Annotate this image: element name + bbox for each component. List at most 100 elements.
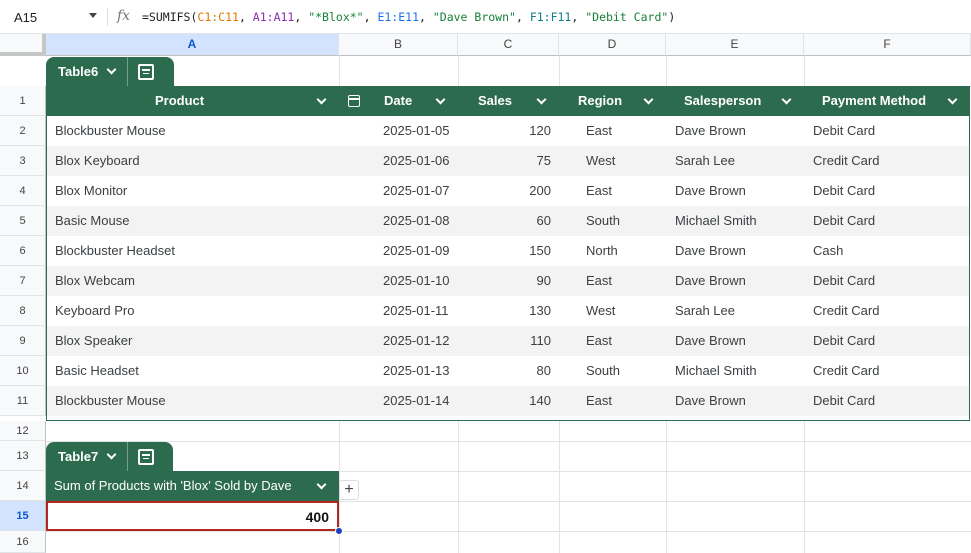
- table-cell[interactable]: 150: [459, 236, 551, 266]
- table-cell[interactable]: Dave Brown: [675, 236, 746, 266]
- table-cell[interactable]: East: [586, 266, 612, 296]
- row-header-5[interactable]: 5: [0, 206, 46, 236]
- chevron-down-icon[interactable]: [316, 94, 327, 105]
- table-cell[interactable]: South: [586, 356, 620, 386]
- table-cell[interactable]: Blox Keyboard: [55, 146, 140, 176]
- column-title-salesperson[interactable]: Salesperson: [684, 86, 761, 116]
- add-column-button[interactable]: +: [339, 480, 359, 500]
- table-cell[interactable]: West: [586, 296, 615, 326]
- table-cell[interactable]: West: [586, 146, 615, 176]
- chevron-down-icon[interactable]: [435, 94, 446, 105]
- selected-cell-a15[interactable]: 400: [46, 501, 339, 531]
- table-cell[interactable]: Blockbuster Mouse: [55, 116, 166, 146]
- table-cell[interactable]: Blockbuster Mouse: [55, 386, 166, 416]
- row-header-10[interactable]: 10: [0, 356, 46, 386]
- table6-chip[interactable]: Table6: [46, 57, 174, 86]
- column-title-sales[interactable]: Sales: [478, 86, 512, 116]
- column-header-c[interactable]: C: [458, 34, 559, 56]
- table-cell[interactable]: Blox Monitor: [55, 176, 127, 206]
- table-cell[interactable]: 110: [459, 326, 551, 356]
- table-cell[interactable]: 140: [459, 386, 551, 416]
- table-cell[interactable]: Debit Card: [813, 116, 875, 146]
- table-view-icon[interactable]: [138, 448, 155, 465]
- table-cell[interactable]: Dave Brown: [675, 386, 746, 416]
- row-header-12[interactable]: 12: [0, 421, 46, 441]
- table-cell[interactable]: 2025-01-05: [383, 116, 450, 146]
- table-cell[interactable]: 2025-01-06: [383, 146, 450, 176]
- table-cell[interactable]: Debit Card: [813, 206, 875, 236]
- column-header-e[interactable]: E: [666, 34, 804, 56]
- table-cell[interactable]: Blockbuster Headset: [55, 236, 175, 266]
- column-header-f[interactable]: F: [804, 34, 971, 56]
- table-cell[interactable]: 75: [459, 146, 551, 176]
- row-header-4[interactable]: 4: [0, 176, 46, 206]
- column-title-sum[interactable]: Sum of Products with 'Blox' Sold by Dave: [54, 471, 292, 501]
- row-header-1[interactable]: 1: [0, 86, 46, 116]
- table-cell[interactable]: Dave Brown: [675, 326, 746, 356]
- row-header-8[interactable]: 8: [0, 296, 46, 326]
- name-box[interactable]: A15: [6, 6, 101, 28]
- table-cell[interactable]: 2025-01-08: [383, 206, 450, 236]
- row-header-15[interactable]: 15: [0, 501, 46, 531]
- table-cell[interactable]: Michael Smith: [675, 356, 757, 386]
- table-cell[interactable]: Debit Card: [813, 266, 875, 296]
- table-cell[interactable]: Dave Brown: [675, 266, 746, 296]
- table-cell[interactable]: Sarah Lee: [675, 296, 735, 326]
- row-header-3[interactable]: 3: [0, 146, 46, 176]
- table-cell[interactable]: 90: [459, 266, 551, 296]
- row-header-6[interactable]: 6: [0, 236, 46, 266]
- chevron-down-icon[interactable]: [316, 479, 327, 490]
- table-cell[interactable]: 2025-01-09: [383, 236, 450, 266]
- chevron-down-icon[interactable]: [106, 64, 117, 75]
- table-cell[interactable]: Basic Headset: [55, 356, 139, 386]
- table-cell[interactable]: 2025-01-11: [383, 296, 449, 326]
- table-cell[interactable]: East: [586, 176, 612, 206]
- table-cell[interactable]: 2025-01-13: [383, 356, 450, 386]
- table-cell[interactable]: 2025-01-12: [383, 326, 450, 356]
- table-cell[interactable]: Dave Brown: [675, 116, 746, 146]
- chevron-down-icon[interactable]: [106, 449, 117, 460]
- chevron-down-icon[interactable]: [947, 94, 958, 105]
- row-header-13[interactable]: 13: [0, 441, 46, 471]
- chevron-down-icon[interactable]: [536, 94, 547, 105]
- table7-chip[interactable]: Table7: [46, 442, 173, 471]
- table-cell[interactable]: South: [586, 206, 620, 236]
- table-cell[interactable]: 80: [459, 356, 551, 386]
- table-cell[interactable]: 60: [459, 206, 551, 236]
- column-header-b[interactable]: B: [339, 34, 458, 56]
- table-cell[interactable]: 130: [459, 296, 551, 326]
- table-cell[interactable]: Credit Card: [813, 296, 879, 326]
- chevron-down-icon[interactable]: [643, 94, 654, 105]
- table-cell[interactable]: Dave Brown: [675, 176, 746, 206]
- table-cell[interactable]: 200: [459, 176, 551, 206]
- table-cell[interactable]: 2025-01-10: [383, 266, 450, 296]
- table-cell[interactable]: Blox Webcam: [55, 266, 135, 296]
- row-header-14[interactable]: 14: [0, 471, 46, 501]
- table-cell[interactable]: Michael Smith: [675, 206, 757, 236]
- column-title-payment-method[interactable]: Payment Method: [822, 86, 926, 116]
- table-cell[interactable]: 2025-01-07: [383, 176, 450, 206]
- column-header-a[interactable]: A: [46, 34, 339, 56]
- column-title-region[interactable]: Region: [578, 86, 622, 116]
- row-header-16[interactable]: 16: [0, 531, 46, 553]
- table-cell[interactable]: East: [586, 386, 612, 416]
- table-cell[interactable]: North: [586, 236, 618, 266]
- row-header-11[interactable]: 11: [0, 386, 46, 416]
- table-cell[interactable]: East: [586, 116, 612, 146]
- fill-handle[interactable]: [335, 527, 343, 535]
- row-header-2[interactable]: 2: [0, 116, 46, 146]
- column-title-date[interactable]: Date: [384, 86, 412, 116]
- table-cell[interactable]: Cash: [813, 236, 843, 266]
- select-all-corner[interactable]: [0, 34, 46, 56]
- table-view-icon[interactable]: [138, 63, 155, 80]
- table-cell[interactable]: Blox Speaker: [55, 326, 132, 356]
- table-cell[interactable]: Debit Card: [813, 386, 875, 416]
- table-cell[interactable]: Credit Card: [813, 146, 879, 176]
- column-title-product[interactable]: Product: [155, 86, 204, 116]
- table-cell[interactable]: Keyboard Pro: [55, 296, 135, 326]
- table-cell[interactable]: Debit Card: [813, 176, 875, 206]
- row-header-9[interactable]: 9: [0, 326, 46, 356]
- chevron-down-icon[interactable]: [89, 13, 97, 18]
- table-cell[interactable]: Basic Mouse: [55, 206, 129, 236]
- table-cell[interactable]: Credit Card: [813, 356, 879, 386]
